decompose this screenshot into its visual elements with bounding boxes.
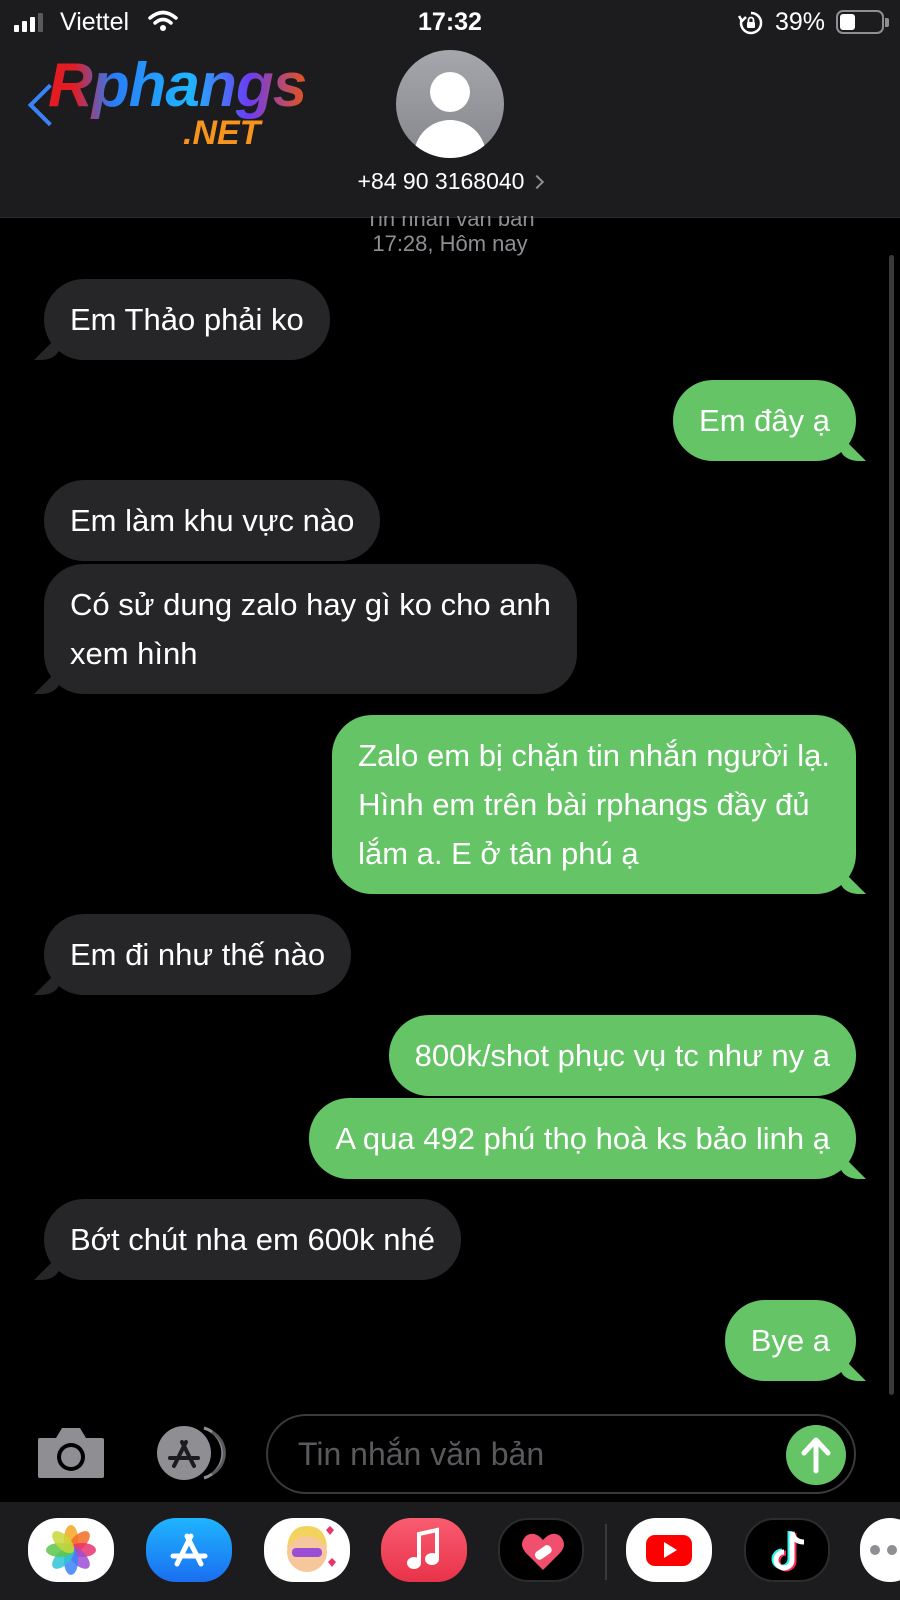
more-icon[interactable]	[860, 1518, 900, 1582]
tiktok-icon[interactable]	[744, 1518, 830, 1582]
watermark-logo: Rphangs	[48, 51, 307, 120]
incoming-message[interactable]: Em làm khu vực nào	[44, 480, 381, 561]
chevron-right-icon	[530, 174, 545, 190]
contact-avatar[interactable]	[396, 50, 504, 158]
contact-number-button[interactable]: +84 90 3168040	[0, 168, 900, 195]
incoming-message[interactable]: Bớt chút nha em 600k nhé	[44, 1199, 462, 1280]
contact-number: +84 90 3168040	[357, 168, 525, 194]
music-icon[interactable]	[381, 1518, 467, 1582]
battery-percent: 39%	[775, 8, 826, 36]
message-input-placeholder: Tin nhắn văn bản	[298, 1436, 545, 1472]
outgoing-message[interactable]: A qua 492 phú thọ hoà ks bảo linh ạ	[309, 1098, 856, 1179]
incoming-message[interactable]: Em Thảo phải ko	[44, 279, 330, 360]
send-button[interactable]	[786, 1425, 846, 1485]
thread-timestamp: 17:28, Hôm nay	[372, 231, 528, 256]
app-store-icon[interactable]	[146, 1518, 232, 1582]
battery-icon	[836, 10, 889, 34]
memoji-icon[interactable]	[264, 1518, 350, 1582]
rotation-lock-icon	[738, 11, 763, 35]
health-icon[interactable]	[498, 1518, 584, 1582]
status-bar: Viettel 17:32 39%	[0, 0, 900, 46]
outgoing-message[interactable]: Em đây ạ	[673, 380, 856, 461]
photos-icon[interactable]	[28, 1518, 114, 1582]
outgoing-message[interactable]: Zalo em bị chặn tin nhắn người lạ. Hình …	[332, 715, 856, 894]
watermark-logo-suffix: .NET	[183, 114, 261, 152]
incoming-message[interactable]: Em đi như thế nào	[44, 914, 352, 995]
outgoing-message[interactable]: Bye a	[724, 1300, 856, 1381]
youtube-icon[interactable]	[626, 1518, 712, 1582]
incoming-message[interactable]: Có sử dung zalo hay gì ko cho anh xem hì…	[44, 564, 577, 694]
camera-icon[interactable]	[36, 1426, 106, 1480]
app-drawer	[0, 1502, 900, 1600]
outgoing-message[interactable]: 800k/shot phục vụ tc như ny a	[388, 1015, 856, 1096]
clock: 17:32	[418, 8, 482, 36]
conversation-header: Rphangs .NET +84 90 3168040	[0, 46, 900, 218]
message-input[interactable]: Tin nhắn văn bản	[266, 1414, 856, 1494]
app-store-apps-icon[interactable]	[152, 1426, 228, 1480]
scroll-indicator[interactable]	[889, 255, 894, 1395]
arrow-up-icon	[801, 1437, 831, 1474]
dock-separator	[605, 1524, 607, 1580]
